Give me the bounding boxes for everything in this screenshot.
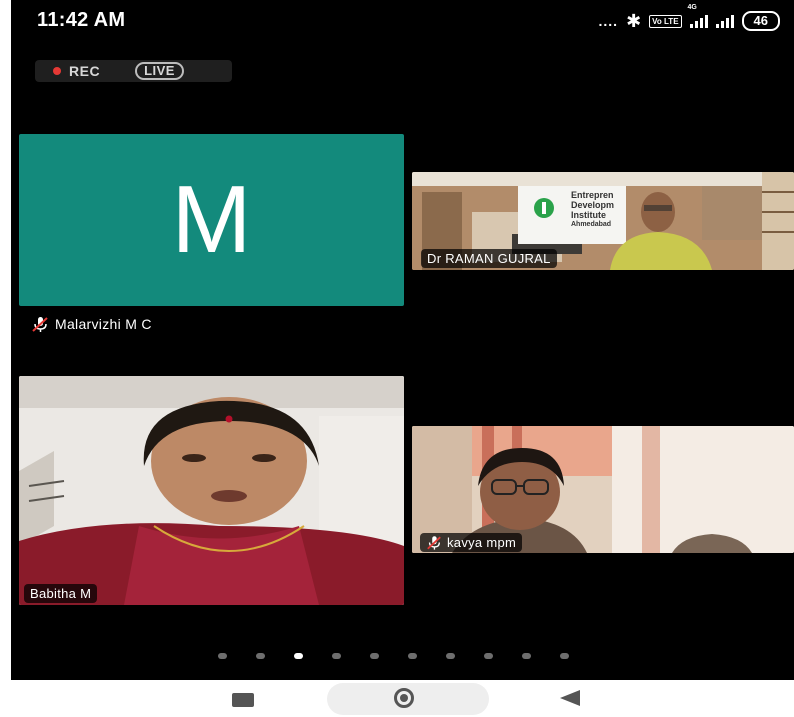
system-navigation-bar bbox=[0, 680, 794, 717]
participant-name-label: Malarvizhi M C bbox=[55, 316, 152, 332]
live-badge: LIVE bbox=[135, 62, 184, 80]
back-triangle-icon[interactable] bbox=[560, 690, 580, 706]
page-dot[interactable] bbox=[522, 653, 531, 659]
recent-apps-icon[interactable] bbox=[232, 693, 254, 707]
participant-tile-malarvizhi[interactable]: M bbox=[19, 134, 404, 306]
status-icons: .... ✱ Vo LTE 4G 46 bbox=[598, 4, 780, 32]
page-dot[interactable] bbox=[256, 653, 265, 659]
mic-off-icon bbox=[427, 536, 441, 550]
page-dot[interactable] bbox=[294, 653, 303, 659]
status-time: 11:42 AM bbox=[37, 9, 126, 31]
battery-indicator: 46 bbox=[741, 11, 780, 31]
participant-name-kavya: kavya mpm bbox=[420, 533, 523, 552]
bluetooth-icon: ✱ bbox=[626, 10, 642, 31]
page-dot[interactable] bbox=[560, 653, 569, 659]
participant-name-raman: Dr RAMAN GUJRAL bbox=[421, 249, 557, 268]
mic-off-icon bbox=[32, 317, 48, 332]
participant-tile-babitha[interactable]: Babitha M bbox=[19, 376, 404, 605]
notification-dots: .... bbox=[598, 13, 619, 29]
participant-tile-raman[interactable]: Entrepren Developm Institute Ahmedabad D… bbox=[412, 172, 794, 270]
page-dot[interactable] bbox=[446, 653, 455, 659]
page-dot[interactable] bbox=[218, 653, 227, 659]
page-dot[interactable] bbox=[332, 653, 341, 659]
record-dot-icon bbox=[53, 67, 61, 75]
participant-name-label: Babitha M bbox=[30, 586, 92, 601]
signal-strength-2-icon bbox=[715, 14, 734, 28]
participant-tile-kavya[interactable]: kavya mpm bbox=[412, 426, 794, 553]
page-dot[interactable] bbox=[484, 653, 493, 659]
participant-name-malarvizhi: Malarvizhi M C bbox=[31, 316, 152, 332]
rec-label: REC bbox=[69, 63, 101, 79]
avatar-letter: M bbox=[171, 166, 252, 273]
recording-indicator[interactable]: REC LIVE bbox=[35, 60, 232, 82]
page-indicator[interactable] bbox=[218, 653, 569, 659]
signal-strength-icon: 4G bbox=[688, 4, 708, 28]
participant-name-label: Dr RAMAN GUJRAL bbox=[427, 251, 551, 266]
home-circle-icon[interactable] bbox=[394, 688, 414, 708]
status-bar: 11:42 AM .... ✱ Vo LTE 4G 46 bbox=[11, 0, 794, 40]
video-feed-babitha bbox=[19, 376, 404, 605]
participant-name-babitha: Babitha M bbox=[24, 584, 98, 603]
volte-badge: Vo LTE bbox=[649, 14, 682, 28]
participant-name-label: kavya mpm bbox=[447, 535, 517, 550]
network-type: 4G bbox=[687, 4, 697, 11]
page-dot[interactable] bbox=[370, 653, 379, 659]
meeting-screen: 11:42 AM .... ✱ Vo LTE 4G 46 REC LIVE M bbox=[11, 0, 794, 680]
page-dot[interactable] bbox=[408, 653, 417, 659]
background-sign: Entrepren Developm Institute Ahmedabad bbox=[571, 190, 615, 228]
